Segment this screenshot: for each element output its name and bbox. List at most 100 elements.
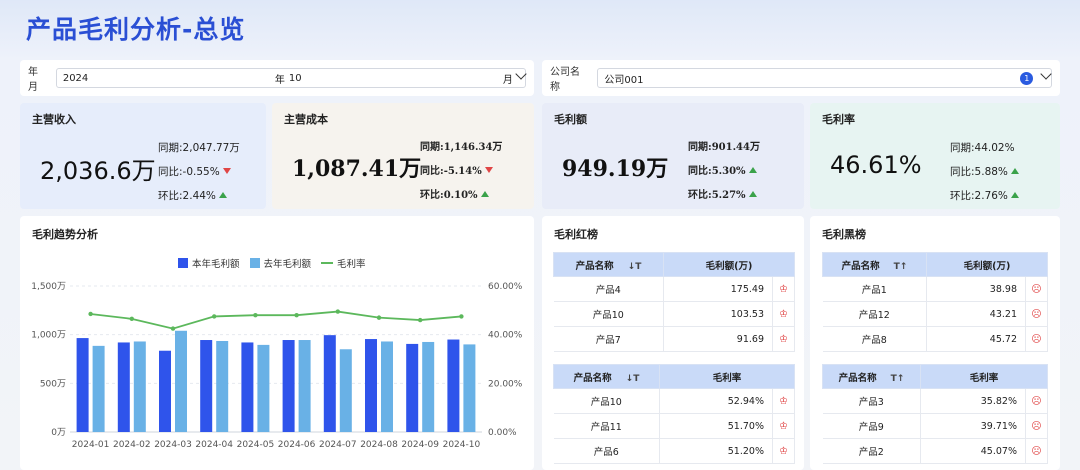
value-cell: 43.21: [926, 301, 1026, 327]
up-arrow-icon: [1010, 168, 1019, 174]
selected-count-badge: 1: [1020, 72, 1034, 85]
kpi-label: 主营收入: [32, 113, 76, 126]
sort-icon[interactable]: ↓T: [628, 262, 642, 272]
x-tick-label: 2024-09: [401, 440, 439, 450]
x-tick-label: 2024-03: [154, 440, 192, 450]
crown-icon: ♔: [772, 388, 795, 414]
chart-legend: 本年毛利额 去年毛利额 毛利率: [178, 256, 366, 270]
yoy-base-value: 1,146.34万: [443, 142, 503, 153]
value-cell: 52.94%: [659, 388, 773, 414]
yoy-base-value: 901.44万: [711, 142, 760, 153]
trend-title: 毛利趋势分析: [32, 228, 98, 241]
bar-current: [241, 342, 254, 432]
x-tick-label: 2024-10: [443, 440, 481, 450]
col-header-product[interactable]: 产品名称 T↑: [822, 364, 921, 389]
kpi-label: 毛利率: [822, 113, 855, 126]
legend-label-last-year[interactable]: 去年毛利额: [264, 256, 312, 270]
table-row[interactable]: 产品1 38.98 ☹: [822, 276, 1048, 302]
x-tick-label: 2024-08: [360, 440, 398, 450]
value-cell: 45.72: [926, 326, 1026, 352]
margin-line: [90, 310, 462, 330]
mom-label: 环比:: [688, 190, 712, 201]
table-row[interactable]: 产品7 91.69 ♔: [553, 326, 795, 352]
sort-icon[interactable]: ↓T: [626, 374, 640, 384]
mom-label: 环比:: [158, 190, 183, 202]
product-name-cell: 产品4: [553, 276, 664, 302]
value-cell: 103.53: [663, 301, 773, 327]
value-cell: 175.49: [663, 276, 773, 302]
product-name-cell: 产品12: [822, 301, 927, 327]
col-header-label: 产品名称: [841, 260, 880, 272]
company-select[interactable]: 公司001 1: [597, 68, 1053, 88]
col-header-product[interactable]: 产品名称 T↑: [822, 252, 927, 277]
year-month-select[interactable]: 2024 年 10 月: [55, 68, 527, 88]
table-row[interactable]: 产品11 51.70% ♔: [553, 413, 795, 439]
mom-value: 0.10%: [443, 190, 478, 201]
product-name-cell: 产品1: [822, 276, 927, 302]
up-arrow-icon: [748, 167, 757, 173]
product-name-cell: 产品9: [822, 413, 921, 439]
col-header-value[interactable]: 毛利额(万): [663, 252, 795, 277]
table-row[interactable]: 产品4 175.49 ♔: [553, 276, 795, 302]
table-row[interactable]: 产品3 35.82% ☹: [822, 388, 1048, 414]
col-header-product[interactable]: 产品名称 ↓T: [553, 252, 664, 277]
table-row[interactable]: 产品6 51.20% ♔: [553, 438, 795, 464]
table-row[interactable]: 产品2 45.07% ☹: [822, 438, 1048, 464]
yoy-base-value: 2,047.77万: [182, 142, 240, 154]
month-value: 10: [288, 72, 302, 84]
x-tick-label: 2024-02: [113, 440, 151, 450]
col-header-label: 产品名称: [573, 372, 612, 384]
crown-icon: ♔: [772, 301, 795, 327]
bar-last-year: [463, 344, 476, 432]
sad-face-icon: ☹: [1025, 413, 1048, 439]
bar-current: [282, 340, 295, 432]
col-header-value[interactable]: 毛利额(万): [926, 252, 1048, 277]
margin-point: [212, 314, 217, 319]
yoy-base-label: 同期:: [420, 142, 444, 153]
bar-current: [159, 350, 171, 432]
margin-point: [335, 309, 340, 314]
mom-label: 环比:: [420, 190, 444, 201]
up-arrow-icon: [748, 191, 757, 197]
product-name-cell: 产品6: [553, 438, 660, 464]
yoy-value: 5.30%: [711, 166, 746, 177]
table-row[interactable]: 产品10 52.94% ♔: [553, 388, 795, 414]
col-header-label: 产品名称: [838, 372, 877, 384]
trend-chart: 0万 500万 1,000万 1,500万 0.00% 20.00% 40.00% 60.00…: [31, 282, 523, 450]
bar-current: [76, 338, 89, 432]
year-suffix: 年: [274, 74, 285, 86]
table-row[interactable]: 产品8 45.72 ☹: [822, 326, 1048, 352]
bar-current: [365, 339, 377, 432]
yoy-label: 同比:: [420, 166, 444, 177]
bar-last-year: [133, 341, 146, 432]
col-header-value[interactable]: 毛利率: [920, 364, 1048, 389]
month-suffix: 月: [502, 74, 513, 86]
down-arrow-icon: [484, 167, 493, 173]
bar-last-year: [175, 330, 187, 432]
table-row[interactable]: 产品12 43.21 ☹: [822, 301, 1048, 327]
margin-point: [129, 316, 134, 322]
kpi-stats: 同期:1,146.34万 同比:-5.14% 环比:0.10%: [420, 136, 502, 208]
table-row[interactable]: 产品9 39.71% ☹: [822, 413, 1048, 439]
sad-face-icon: ☹: [1025, 388, 1048, 414]
kpi-card-gross-margin: 毛利率 46.61% 同期:44.02% 同比:5.88% 环比:2.76%: [810, 103, 1060, 209]
legend-swatch-current: [178, 258, 188, 268]
y2-tick-label: 40.00%: [488, 331, 523, 341]
kpi-value: 46.61%: [830, 151, 922, 179]
sad-face-icon: ☹: [1025, 276, 1048, 302]
col-header-product[interactable]: 产品名称 ↓T: [553, 364, 660, 389]
crown-icon: ♔: [772, 413, 795, 439]
value-cell: 45.07%: [920, 438, 1026, 464]
chevron-down-icon[interactable]: [1040, 68, 1053, 80]
legend-label-margin[interactable]: 毛利率: [337, 256, 366, 270]
col-header-value[interactable]: 毛利率: [659, 364, 795, 389]
table-row[interactable]: 产品10 103.53 ♔: [553, 301, 795, 327]
sort-icon[interactable]: T↑: [891, 374, 905, 384]
company-label: 公司名称: [550, 67, 580, 93]
kpi-stats: 同期:2,047.77万 同比:-0.55% 环比:2.44%: [158, 136, 240, 208]
margin-point: [459, 314, 464, 319]
x-tick-label: 2024-05: [237, 440, 275, 450]
sort-icon[interactable]: T↑: [894, 262, 908, 272]
legend-label-current[interactable]: 本年毛利额: [192, 256, 240, 270]
chevron-down-icon[interactable]: [515, 68, 527, 80]
